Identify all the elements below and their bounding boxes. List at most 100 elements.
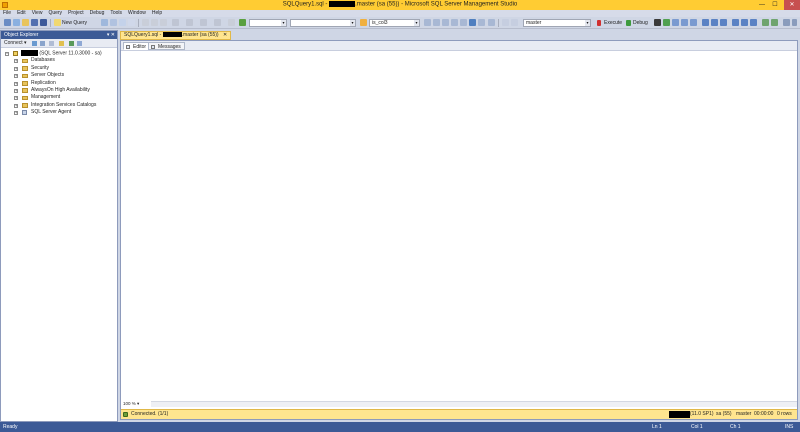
menu-tools[interactable]: Tools [107,10,125,17]
server-node[interactable]: − (SQL Server 11.0.3000 - sa) [1,50,117,57]
menu-view[interactable]: View [29,10,46,17]
tree-node-security[interactable]: + Security [1,65,117,72]
decrease-indent-icon[interactable] [783,19,790,26]
menu-window[interactable]: Window [125,10,149,17]
tree-node-alwayson[interactable]: + AlwaysOn High Availability [1,87,117,94]
intellisense-icon[interactable] [690,19,697,26]
analysis-query-icon[interactable] [110,19,117,26]
tree-node-databases[interactable]: + Databases [1,57,117,64]
estimated-plan-icon[interactable] [672,19,679,26]
menu-project[interactable]: Project [65,10,87,17]
menu-file[interactable]: File [0,10,14,17]
collapse-icon[interactable]: − [5,52,9,56]
debug-icon[interactable] [626,20,631,26]
expand-icon[interactable]: + [14,66,18,71]
tab-messages[interactable]: Messages [148,42,185,50]
find-combo[interactable]: is_col3 ▾ [369,19,420,27]
stop-icon[interactable] [49,41,54,46]
results-to-text-icon[interactable] [732,19,739,26]
panel-pin-close-buttons[interactable]: ▾ ✕ [107,31,115,39]
solution-config-icon[interactable] [228,19,235,26]
new-file-icon[interactable] [13,19,20,26]
xmla-query-icon[interactable] [128,19,135,26]
find-icon[interactable] [424,19,431,26]
cancel-query-icon[interactable] [654,19,661,26]
save-icon[interactable] [31,19,38,26]
navigate-forward-icon[interactable] [214,19,221,26]
connect-dropdown[interactable]: Connect ▾ [4,40,27,47]
execute-button[interactable]: Execute [604,19,622,27]
open-folder-icon[interactable] [22,19,29,26]
db-engine-query-icon[interactable] [101,19,108,26]
save-all-icon[interactable] [40,19,47,26]
query-text-area[interactable] [121,52,797,399]
change-connection-icon[interactable] [511,19,518,26]
results-to-grid-icon[interactable] [741,19,748,26]
client-stats-icon[interactable] [720,19,727,26]
activity-monitor-icon[interactable] [77,41,82,46]
tree-node-integration-services[interactable]: + Integration Services Catalogs [1,102,117,109]
new-query-icon[interactable] [54,19,61,26]
filter-icon[interactable] [59,41,64,46]
refresh-icon[interactable] [69,41,74,46]
menu-query[interactable]: Query [45,10,65,17]
start-icon[interactable] [239,19,246,26]
connect-icon[interactable] [502,19,509,26]
comment-icon[interactable] [762,19,769,26]
find-in-files-icon[interactable] [360,19,367,26]
mdx-query-icon[interactable] [119,19,126,26]
tree-node-server-objects[interactable]: + Server Objects [1,72,117,79]
cut-icon[interactable] [142,19,149,26]
increase-indent-icon[interactable] [792,19,797,26]
server-version-text: (SQL Server 11.0.3000 - sa) [39,50,102,57]
close-tab-icon[interactable]: ✕ [223,32,227,38]
include-actual-plan-icon[interactable] [702,19,709,26]
horizontal-scrollbar[interactable] [151,401,797,407]
properties-icon[interactable] [442,19,449,26]
copy-icon[interactable] [151,19,158,26]
options-icon[interactable] [488,19,495,26]
expand-icon[interactable]: + [14,103,18,108]
tree-node-replication[interactable]: + Replication [1,80,117,87]
debug-button[interactable]: Debug [633,19,648,27]
tree-node-sql-server-agent[interactable]: + SQL Server Agent [1,109,117,116]
new-project-icon[interactable] [4,19,11,26]
template-explorer-icon[interactable] [460,19,467,26]
solution-configurations-combo[interactable]: ▾ [249,19,287,27]
parse-icon[interactable] [663,19,670,26]
close-window-button[interactable]: ✕ [784,0,800,10]
tree-node-management[interactable]: + Management [1,94,117,101]
registered-servers-icon[interactable] [469,19,476,26]
redo-icon[interactable] [186,19,193,26]
expand-icon[interactable]: + [14,74,18,79]
paste-icon[interactable] [160,19,167,26]
disconnect-icon[interactable] [40,41,45,46]
expand-icon[interactable]: + [14,96,18,101]
live-stats-icon[interactable] [711,19,718,26]
uncomment-icon[interactable] [771,19,778,26]
zoom-selector[interactable]: 100 % ▾ [123,400,139,407]
maximize-button[interactable]: ☐ [769,0,781,10]
tab-editor[interactable]: Editor [123,42,151,50]
available-databases-combo[interactable]: master ▾ [523,19,591,27]
expand-icon[interactable]: + [14,111,18,116]
undo-icon[interactable] [172,19,179,26]
connect-object-icon[interactable] [32,41,37,46]
solution-explorer-icon[interactable] [433,19,440,26]
expand-icon[interactable]: + [14,81,18,86]
minimize-button[interactable]: — [756,0,768,10]
menu-debug[interactable]: Debug [87,10,108,17]
expand-icon[interactable]: + [14,88,18,93]
tab-sqlquery1[interactable]: SQLQuery1.sql - .master (sa (55)) ✕ [120,31,232,40]
navigate-back-icon[interactable] [200,19,207,26]
execute-icon[interactable] [597,20,601,26]
expand-icon[interactable]: + [14,59,18,64]
solution-platforms-combo[interactable]: ▾ [290,19,356,27]
menu-edit[interactable]: Edit [14,10,29,17]
query-options-icon[interactable] [681,19,688,26]
menu-help[interactable]: Help [149,10,165,17]
results-to-file-icon[interactable] [750,19,757,26]
new-query-button[interactable]: New Query [62,19,87,27]
toolbox-icon[interactable] [478,19,485,26]
object-explorer-icon[interactable] [451,19,458,26]
